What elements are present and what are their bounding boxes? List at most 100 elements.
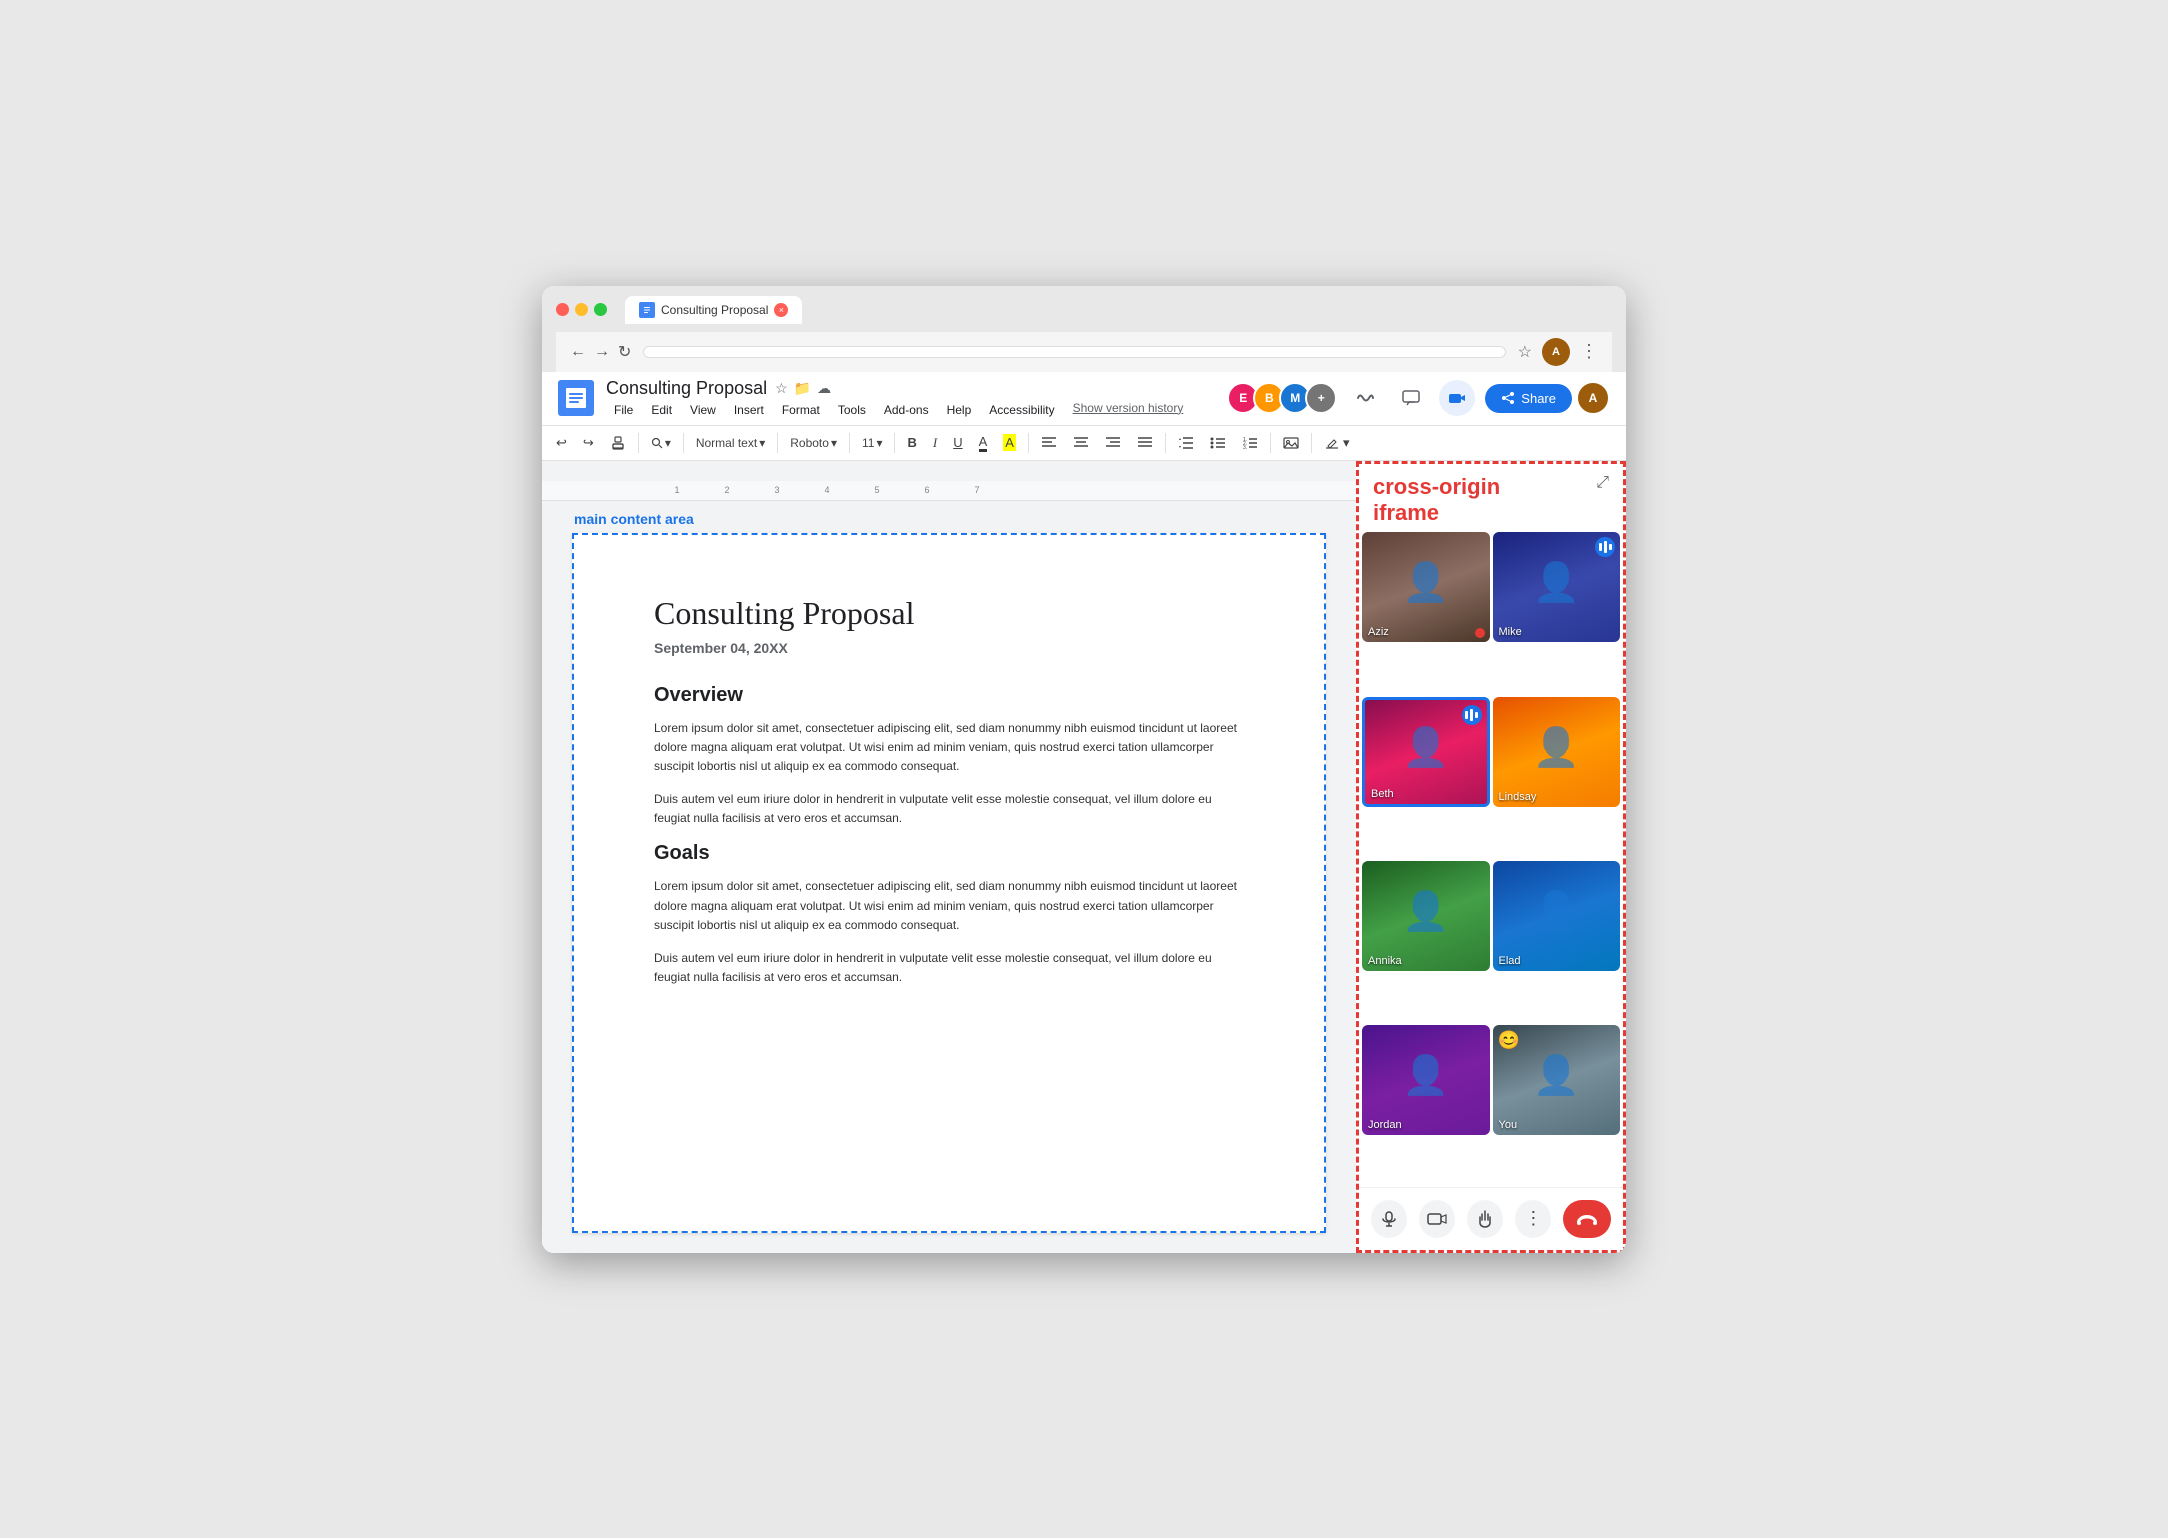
forward-button[interactable]: → (594, 343, 610, 361)
toolbar-sep-4 (849, 433, 850, 453)
format-chevron: ▾ (759, 436, 765, 450)
participant-name-aziz: Aziz (1368, 626, 1389, 638)
user-avatar[interactable]: A (1542, 338, 1570, 366)
goals-heading: Goals (654, 842, 1244, 865)
zoom-dropdown[interactable]: ▾ (645, 433, 677, 453)
video-cell-you: 👤 😊 You (1493, 1025, 1621, 1135)
line-spacing-button[interactable] (1172, 432, 1200, 454)
print-button[interactable] (604, 431, 632, 455)
back-button[interactable]: ← (570, 343, 586, 361)
camera-control-button[interactable] (1419, 1200, 1455, 1238)
highlight-button[interactable]: A (997, 430, 1022, 455)
toolbar-sep-9 (1311, 433, 1312, 453)
insert-image-button[interactable] (1277, 432, 1305, 454)
minimize-traffic-light[interactable] (575, 303, 588, 316)
more-options-button[interactable]: ⋮ (1515, 1200, 1551, 1238)
menu-insert[interactable]: Insert (726, 401, 772, 419)
browser-tab-consulting[interactable]: Consulting Proposal × (625, 296, 802, 324)
address-bar[interactable] (643, 346, 1505, 358)
iframe-title-line2: iframe (1373, 500, 1500, 526)
meet-button[interactable] (1439, 380, 1475, 416)
maximize-traffic-light[interactable] (594, 303, 607, 316)
italic-button[interactable]: I (927, 431, 943, 455)
font-dropdown[interactable]: Roboto ▾ (784, 433, 843, 453)
redo-button[interactable]: ↪ (577, 431, 600, 455)
align-left-button[interactable] (1035, 432, 1063, 454)
overview-heading: Overview (654, 684, 1244, 707)
header-right: E B M + (1227, 380, 1610, 416)
folder-icon[interactable]: 📁 (794, 380, 811, 397)
share-label: Share (1521, 391, 1556, 406)
video-cell-jordan: 👤 Jordan (1362, 1025, 1490, 1135)
close-traffic-light[interactable] (556, 303, 569, 316)
video-grid: 👤 Aziz 👤 Mike (1359, 532, 1623, 1186)
toolbar: ↩ ↪ ▾ Normal text ▾ Roboto ▾ (542, 426, 1626, 461)
doc-date: September 04, 20XX (654, 640, 1244, 656)
menu-file[interactable]: File (606, 401, 641, 419)
mic-control-button[interactable] (1371, 1200, 1407, 1238)
activity-button[interactable] (1347, 380, 1383, 416)
bold-button[interactable]: B (901, 431, 922, 454)
align-right-button[interactable] (1099, 432, 1127, 454)
doc-content-wrapper: main content area Consulting Proposal Se… (542, 511, 1356, 1233)
justify-button[interactable] (1131, 432, 1159, 454)
iframe-header: cross-origin iframe ⤢ (1359, 464, 1623, 533)
menu-tools[interactable]: Tools (830, 401, 874, 419)
underline-button[interactable]: U (947, 431, 968, 454)
docs-logo (558, 380, 594, 416)
tab-close-button[interactable]: × (774, 303, 788, 317)
show-version-link[interactable]: Show version history (1073, 401, 1184, 419)
document-area: 1 2 3 4 5 6 7 main content area Consulti… (542, 461, 1356, 1253)
menu-view[interactable]: View (682, 401, 724, 419)
bullet-list-button[interactable] (1204, 432, 1232, 454)
raise-hand-button[interactable] (1467, 1200, 1503, 1238)
iframe-expand-icon[interactable]: ⤢ (1596, 474, 1609, 492)
main-content-area-label: main content area (572, 511, 1326, 527)
star-icon[interactable]: ☆ (775, 380, 788, 397)
menu-edit[interactable]: Edit (643, 401, 680, 419)
browser-chrome: Consulting Proposal × ← → ↻ ☆ A ⋮ (542, 286, 1626, 372)
menu-help[interactable]: Help (939, 401, 980, 419)
mic-muted-aziz (1475, 628, 1485, 638)
menu-addons[interactable]: Add-ons (876, 401, 937, 419)
toolbar-sep-5 (894, 433, 895, 453)
toolbar-sep-7 (1165, 433, 1166, 453)
chrome-menu-icon[interactable]: ⋮ (1580, 341, 1598, 362)
font-size-dropdown[interactable]: 11 ▾ (856, 433, 889, 453)
doc-title[interactable]: Consulting Proposal (606, 378, 767, 399)
align-center-button[interactable] (1067, 432, 1095, 454)
size-chevron: ▾ (876, 436, 882, 450)
doc-title-heading: Consulting Proposal (654, 595, 1244, 632)
doc-page[interactable]: Consulting Proposal September 04, 20XX O… (572, 533, 1326, 1233)
user-profile-avatar[interactable]: A (1576, 381, 1610, 415)
comments-button[interactable] (1393, 380, 1429, 416)
cloud-icon[interactable]: ☁ (817, 380, 831, 397)
menu-format[interactable]: Format (774, 401, 828, 419)
edit-mode-button[interactable]: ▾ (1318, 431, 1356, 455)
end-call-button[interactable] (1563, 1200, 1611, 1238)
address-bar-icons: ☆ A ⋮ (1518, 338, 1598, 366)
font-chevron: ▾ (831, 436, 837, 450)
iframe-title: cross-origin iframe (1373, 474, 1500, 527)
share-button[interactable]: Share (1485, 384, 1572, 413)
numbered-list-button[interactable]: 1. 2. 3. (1236, 432, 1264, 454)
goals-paragraph-2: Duis autem vel eum iriure dolor in hendr… (654, 949, 1244, 987)
tab-title: Consulting Proposal (661, 303, 768, 317)
svg-text:3.: 3. (1243, 445, 1247, 450)
bookmark-icon[interactable]: ☆ (1518, 342, 1532, 362)
menu-accessibility[interactable]: Accessibility (981, 401, 1062, 419)
participant-name-elad: Elad (1499, 955, 1521, 967)
iframe-title-line1: cross-origin (1373, 474, 1500, 500)
refresh-button[interactable]: ↻ (618, 342, 631, 362)
format-style-label: Normal text (696, 436, 757, 450)
speaking-indicator-mike (1595, 537, 1615, 557)
text-color-button[interactable]: A (973, 430, 994, 456)
video-cell-lindsay: 👤 Lindsay (1493, 697, 1621, 807)
toolbar-sep-3 (777, 433, 778, 453)
undo-button[interactable]: ↩ (550, 431, 573, 455)
format-style-dropdown[interactable]: Normal text ▾ (690, 433, 771, 453)
font-label: Roboto (790, 436, 829, 450)
toolbar-sep-6 (1028, 433, 1029, 453)
browser-titlebar: Consulting Proposal × (556, 296, 1612, 324)
participant-name-lindsay: Lindsay (1499, 791, 1537, 803)
